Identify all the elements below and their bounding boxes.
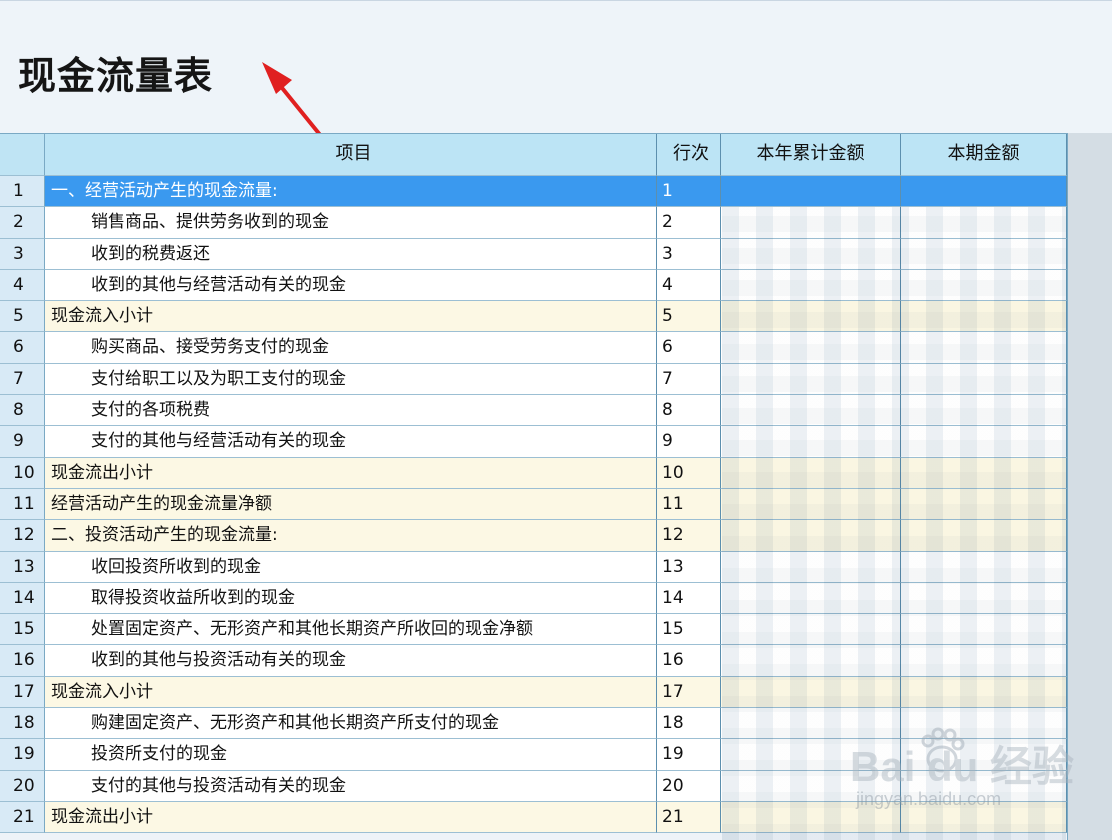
- row-number[interactable]: 11: [0, 488, 45, 521]
- row-number[interactable]: 1: [0, 176, 45, 208]
- line-number-cell[interactable]: 3: [657, 238, 721, 270]
- row-number[interactable]: 17: [0, 676, 45, 709]
- item-cell[interactable]: 购建固定资产、无形资产和其他长期资产所支付的现金: [45, 708, 657, 740]
- row-number[interactable]: 4: [0, 269, 45, 302]
- line-number-cell[interactable]: 18: [657, 708, 721, 740]
- item-cell[interactable]: 支付给职工以及为职工支付的现金: [45, 363, 657, 396]
- row-number[interactable]: 10: [0, 457, 45, 489]
- line-number-cell[interactable]: 16: [657, 645, 721, 677]
- line-number-cell[interactable]: 14: [657, 582, 721, 615]
- item-cell[interactable]: 收到的税费返还: [45, 238, 657, 270]
- item-cell[interactable]: 现金流入小计: [45, 301, 657, 333]
- line-number-cell[interactable]: 11: [657, 488, 721, 521]
- item-cell[interactable]: 销售商品、提供劳务收到的现金: [45, 207, 657, 239]
- table-header-row: 项目 行次 本年累计金额 本期金额: [0, 134, 1067, 176]
- item-cell[interactable]: 支付的其他与投资活动有关的现金: [45, 770, 657, 802]
- line-number-cell[interactable]: 13: [657, 551, 721, 583]
- item-cell[interactable]: 取得投资收益所收到的现金: [45, 582, 657, 615]
- ytd-amount-cell[interactable]: [721, 176, 901, 208]
- column-header-line[interactable]: 行次: [657, 134, 721, 176]
- item-cell[interactable]: 现金流入小计: [45, 676, 657, 709]
- line-number-cell[interactable]: 8: [657, 395, 721, 427]
- item-cell[interactable]: 现金流出小计: [45, 457, 657, 489]
- line-number-cell[interactable]: 7: [657, 363, 721, 396]
- item-cell[interactable]: 二、投资活动产生的现金流量:: [45, 520, 657, 552]
- row-number[interactable]: 6: [0, 332, 45, 364]
- current-amount-cell[interactable]: [901, 176, 1067, 208]
- watermark-url: jingyan.baidu.com: [856, 789, 1002, 809]
- line-number-cell[interactable]: 15: [657, 614, 721, 646]
- item-cell[interactable]: 现金流出小计: [45, 801, 657, 834]
- watermark-brand: Bai du 经验: [850, 743, 1075, 790]
- item-cell[interactable]: 经营活动产生的现金流量净额: [45, 488, 657, 521]
- row-number[interactable]: 15: [0, 614, 45, 646]
- line-number-cell[interactable]: 10: [657, 457, 721, 489]
- item-cell[interactable]: 处置固定资产、无形资产和其他长期资产所收回的现金净额: [45, 614, 657, 646]
- item-cell[interactable]: 支付的其他与经营活动有关的现金: [45, 426, 657, 458]
- row-number[interactable]: 20: [0, 770, 45, 802]
- row-number[interactable]: 2: [0, 207, 45, 239]
- line-number-cell[interactable]: 2: [657, 207, 721, 239]
- item-cell[interactable]: 购买商品、接受劳务支付的现金: [45, 332, 657, 364]
- line-number-cell[interactable]: 6: [657, 332, 721, 364]
- item-cell[interactable]: 投资所支付的现金: [45, 739, 657, 771]
- item-cell[interactable]: 收到的其他与经营活动有关的现金: [45, 269, 657, 302]
- row-number[interactable]: 18: [0, 708, 45, 740]
- line-number-cell[interactable]: 19: [657, 739, 721, 771]
- line-number-cell[interactable]: 21: [657, 801, 721, 834]
- line-number-cell[interactable]: 1: [657, 176, 721, 208]
- row-number[interactable]: 8: [0, 395, 45, 427]
- row-number[interactable]: 7: [0, 363, 45, 396]
- item-cell[interactable]: 收回投资所收到的现金: [45, 551, 657, 583]
- baidu-watermark: Bai du 经验 jingyan.baidu.com: [830, 725, 1090, 825]
- row-number[interactable]: 5: [0, 301, 45, 333]
- row-header-corner[interactable]: [0, 134, 45, 176]
- item-cell[interactable]: 收到的其他与投资活动有关的现金: [45, 645, 657, 677]
- row-number[interactable]: 13: [0, 551, 45, 583]
- row-number[interactable]: 16: [0, 645, 45, 677]
- column-header-current-amount[interactable]: 本期金额: [901, 134, 1067, 176]
- column-header-ytd-amount[interactable]: 本年累计金额: [721, 134, 901, 176]
- line-number-cell[interactable]: 17: [657, 676, 721, 709]
- item-cell[interactable]: 支付的各项税费: [45, 395, 657, 427]
- line-number-cell[interactable]: 5: [657, 301, 721, 333]
- title-band: 现金流量表: [0, 0, 1112, 134]
- line-number-cell[interactable]: 20: [657, 770, 721, 802]
- row-number[interactable]: 9: [0, 426, 45, 458]
- page-title: 现金流量表: [18, 53, 214, 98]
- line-number-cell[interactable]: 4: [657, 269, 721, 302]
- column-header-item[interactable]: 项目: [45, 134, 657, 176]
- item-cell[interactable]: 一、经营活动产生的现金流量:: [45, 176, 657, 208]
- table-row[interactable]: 1 一、经营活动产生的现金流量: 1: [0, 176, 1067, 208]
- row-number[interactable]: 12: [0, 520, 45, 552]
- row-number[interactable]: 3: [0, 238, 45, 270]
- line-number-cell[interactable]: 12: [657, 520, 721, 552]
- line-number-cell[interactable]: 9: [657, 426, 721, 458]
- row-number[interactable]: 21: [0, 801, 45, 834]
- row-number[interactable]: 14: [0, 582, 45, 615]
- row-number[interactable]: 19: [0, 739, 45, 771]
